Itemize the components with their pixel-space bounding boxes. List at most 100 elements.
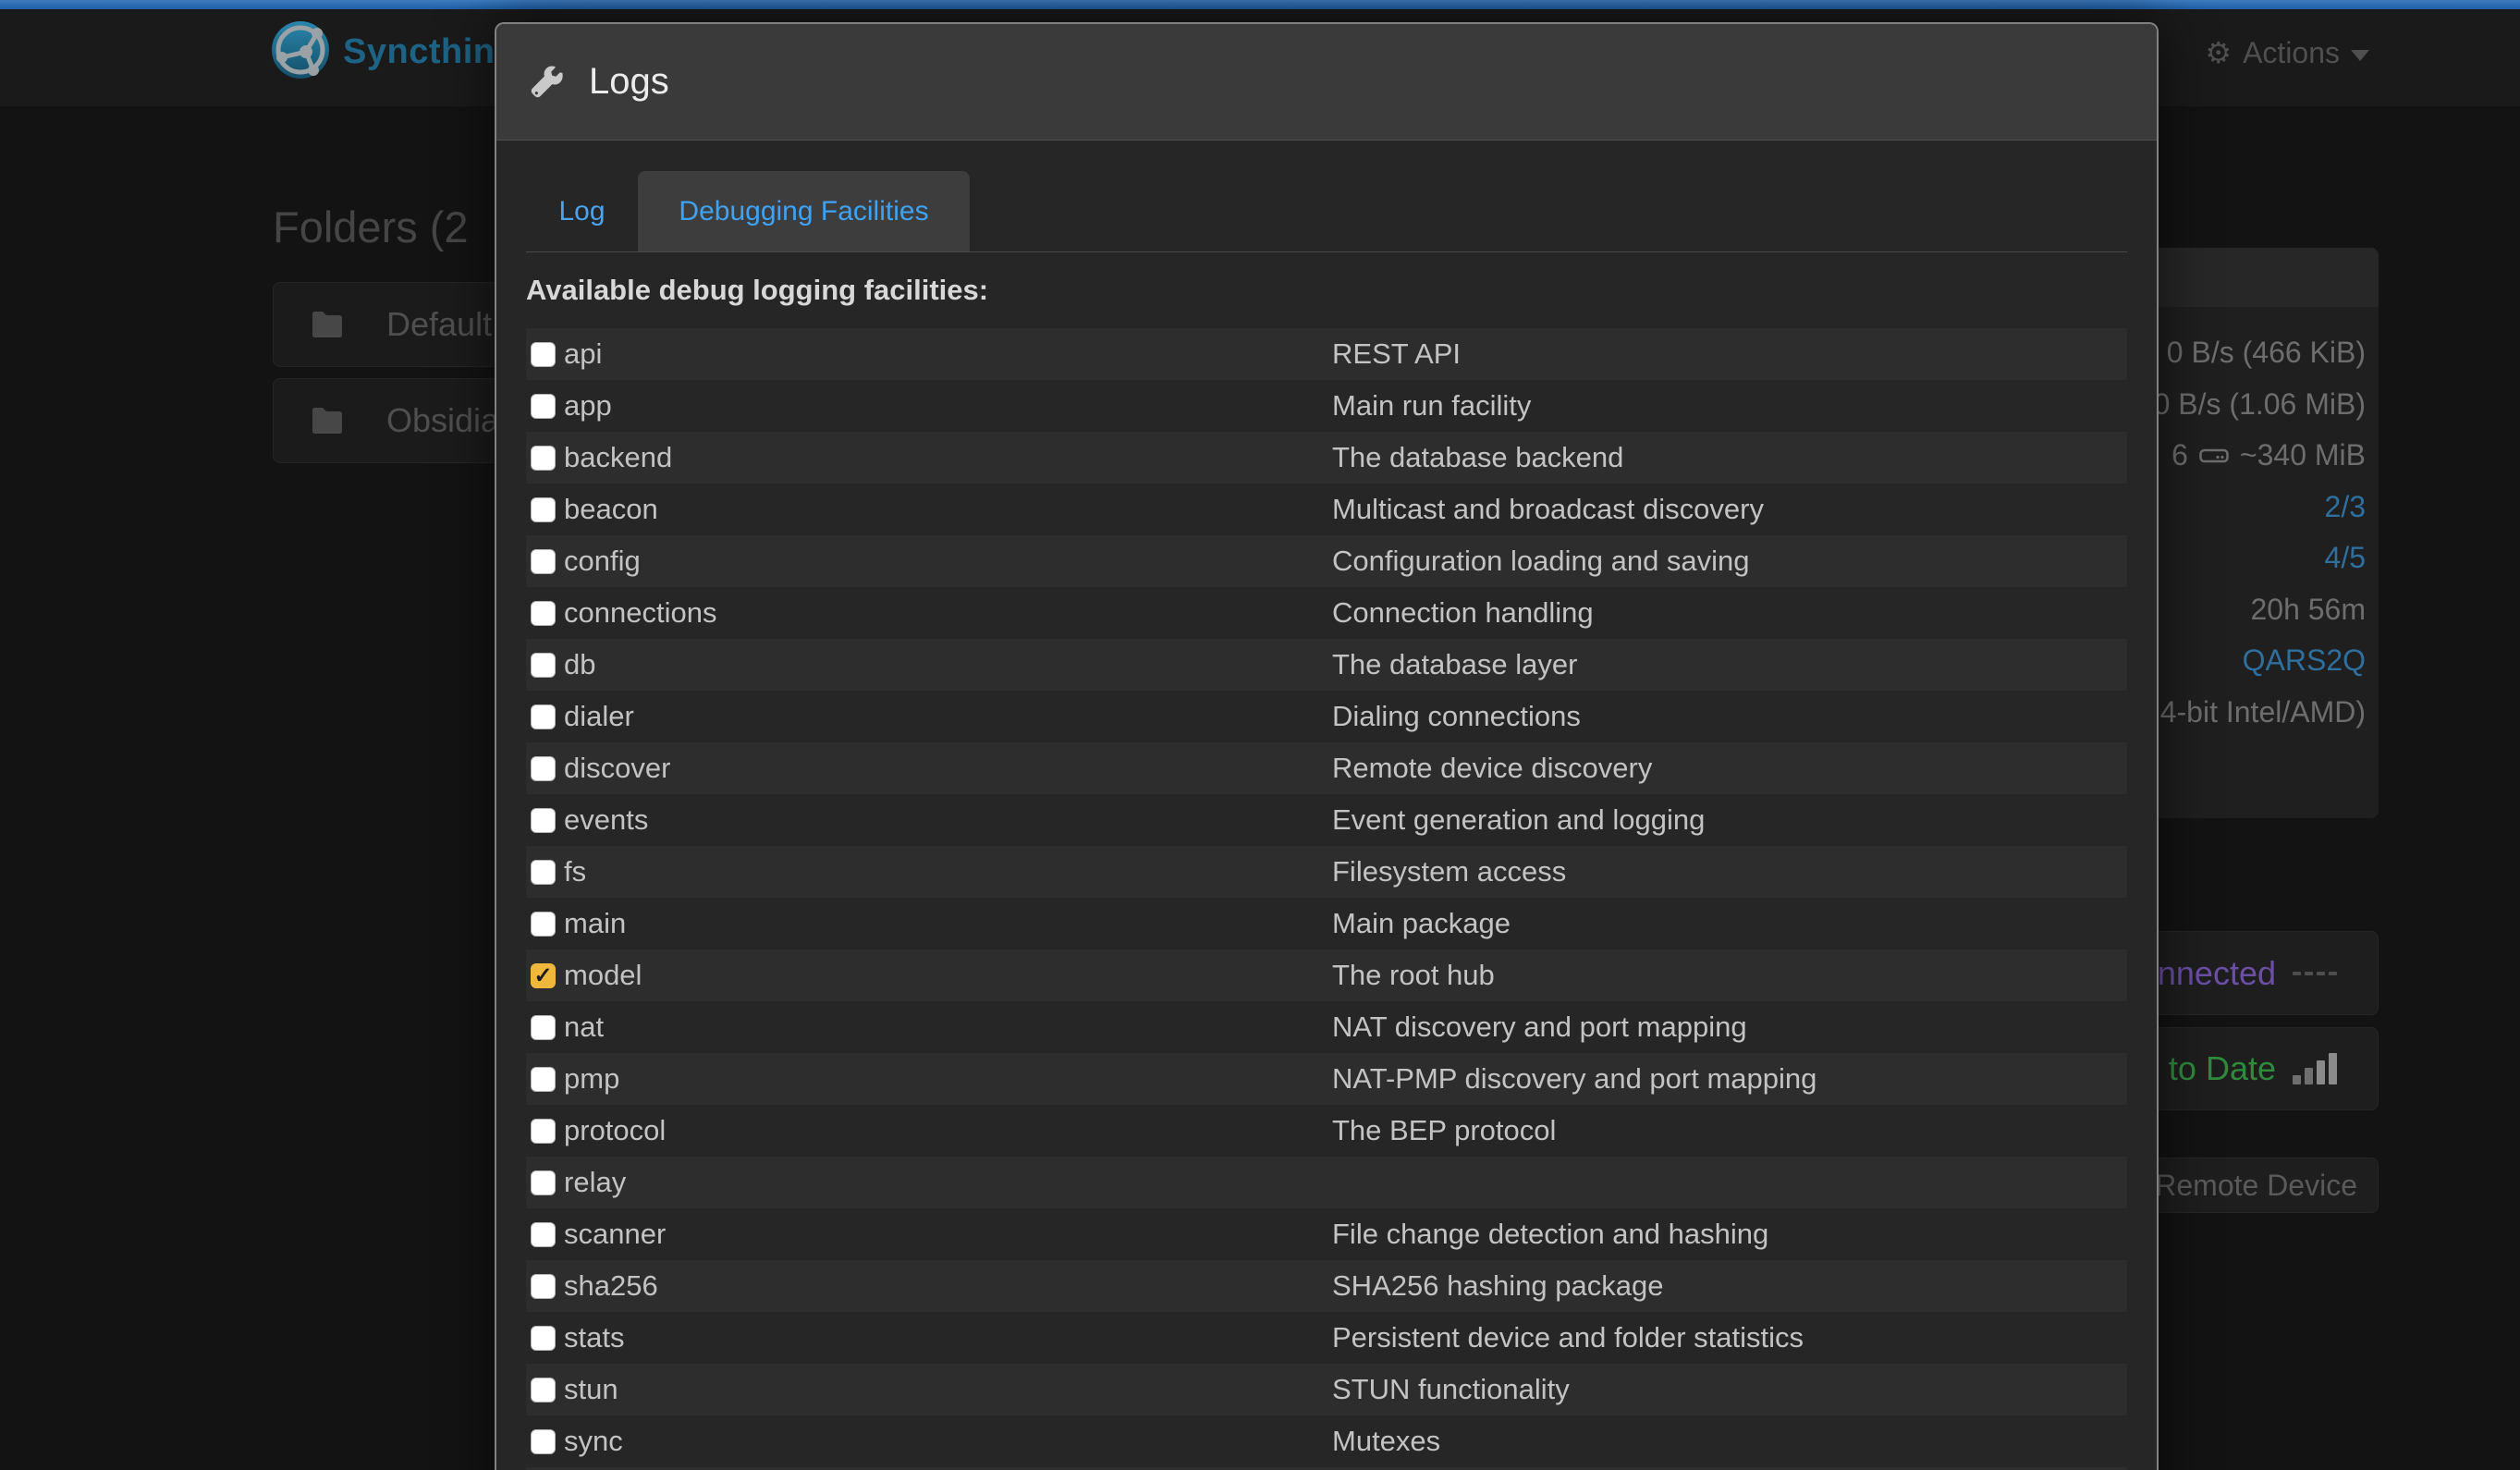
device-stat-value: 0 B/s (466 KiB) [2167, 336, 2366, 370]
facility-row: api REST API [526, 328, 2127, 380]
facility-name: scanner [564, 1218, 666, 1251]
folder-label: Obsidia [386, 401, 499, 440]
facility-table: api REST API app Main run facility backe… [526, 328, 2127, 1470]
facility-checkbox[interactable]: ✓ [531, 963, 556, 988]
folder-icon [311, 311, 344, 338]
device-stat-prefix: 6 [2171, 438, 2188, 472]
facility-checkbox[interactable] [531, 497, 556, 522]
facility-name: protocol [564, 1114, 666, 1147]
facility-name: discover [564, 752, 670, 785]
facility-description: The BEP protocol [1332, 1114, 1556, 1147]
facility-checkbox[interactable] [531, 1067, 556, 1092]
facility-name: pmp [564, 1062, 619, 1096]
device-stat-value: 20h 56m [2250, 593, 2366, 627]
facility-description: The database layer [1332, 648, 1577, 681]
facility-checkbox[interactable] [531, 1326, 556, 1351]
facility-checkbox[interactable] [531, 1274, 556, 1299]
facility-checkbox[interactable] [531, 1222, 556, 1247]
facility-checkbox[interactable] [531, 912, 556, 937]
facility-row: backend The database backend [526, 432, 2127, 484]
facility-name: stun [564, 1373, 618, 1406]
facility-checkbox[interactable] [531, 1378, 556, 1403]
folder-icon [311, 407, 344, 435]
chevron-down-icon [2351, 50, 2369, 61]
actions-menu-button[interactable]: ⚙ Actions [2205, 35, 2369, 70]
facility-row: config Configuration loading and saving [526, 535, 2127, 587]
facility-description: STUN functionality [1332, 1373, 1570, 1406]
facility-name: app [564, 389, 612, 423]
logs-modal-header: Logs [496, 24, 2157, 141]
device-stat-value: 0 B/s (1.06 MiB) [2154, 387, 2366, 422]
signal-bars-icon [2293, 1053, 2337, 1084]
device-stat-value: 2/3 [2325, 490, 2366, 524]
facility-row: stats Persistent device and folder stati… [526, 1312, 2127, 1364]
facility-description: Dialing connections [1332, 700, 1581, 733]
syncthing-app: Syncthing ⚙ Actions Folders (2 Default O… [0, 0, 2520, 1470]
facility-name: stats [564, 1321, 624, 1354]
facility-checkbox[interactable] [531, 446, 556, 471]
facility-checkbox[interactable] [531, 653, 556, 678]
facility-row: beacon Multicast and broadcast discovery [526, 484, 2127, 535]
facility-checkbox[interactable] [531, 1429, 556, 1454]
no-signal-bars-icon [2293, 972, 2337, 975]
facility-name: main [564, 907, 626, 940]
tab-log[interactable]: Log [526, 171, 638, 251]
facility-checkbox[interactable] [531, 342, 556, 367]
facility-checkbox[interactable] [531, 549, 556, 574]
facility-name: fs [564, 855, 586, 888]
logs-modal: Logs Log Debugging Facilities Available … [495, 22, 2159, 1470]
facility-description: Remote device discovery [1332, 752, 1652, 785]
facility-name: dialer [564, 700, 634, 733]
facility-checkbox[interactable] [531, 808, 556, 833]
facility-checkbox[interactable] [531, 704, 556, 729]
facility-description: Filesystem access [1332, 855, 1566, 888]
facility-row: scanner File change detection and hashin… [526, 1208, 2127, 1260]
facility-checkbox[interactable] [531, 1119, 556, 1144]
facility-description: Main package [1332, 907, 1511, 940]
facility-row: dialer Dialing connections [526, 691, 2127, 742]
facility-checkbox[interactable] [531, 394, 556, 419]
actions-label: Actions [2243, 36, 2340, 70]
facility-row: sync Mutexes [526, 1415, 2127, 1467]
facility-checkbox[interactable] [531, 860, 556, 885]
facility-row: pmp NAT-PMP discovery and port mapping [526, 1053, 2127, 1105]
facility-row: nat NAT discovery and port mapping [526, 1001, 2127, 1053]
syncthing-logo-icon [271, 20, 330, 84]
facility-name: config [564, 545, 641, 578]
facility-description: The database backend [1332, 441, 1623, 474]
facility-name: beacon [564, 493, 658, 526]
facility-name: api [564, 337, 602, 371]
add-remote-device-label: d Remote Device [2131, 1169, 2357, 1203]
facility-row: sha256 SHA256 hashing package [526, 1260, 2127, 1312]
facility-name: nat [564, 1011, 604, 1044]
logs-modal-body: Log Debugging Facilities Available debug… [496, 141, 2157, 1470]
facility-name: model [564, 959, 642, 992]
brand[interactable]: Syncthing [271, 20, 517, 84]
device-stat-value: ~340 MiB [2240, 438, 2366, 472]
facility-name: sync [564, 1425, 623, 1458]
facility-checkbox[interactable] [531, 1015, 556, 1040]
device-stat-value: QARS2Q [2243, 643, 2366, 678]
facility-checkbox[interactable] [531, 1170, 556, 1195]
brand-name: Syncthing [343, 32, 517, 72]
facility-description: Mutexes [1332, 1425, 1440, 1458]
facility-description: Main run facility [1332, 389, 1531, 423]
facility-description: Persistent device and folder statistics [1332, 1321, 1804, 1354]
facility-description: NAT-PMP discovery and port mapping [1332, 1062, 1817, 1096]
facility-description: Connection handling [1332, 596, 1594, 630]
facility-checkbox[interactable] [531, 756, 556, 781]
facility-description: Multicast and broadcast discovery [1332, 493, 1764, 526]
facility-row: events Event generation and logging [526, 794, 2127, 846]
facility-row: stun STUN functionality [526, 1364, 2127, 1415]
tab-debugging-facilities[interactable]: Debugging Facilities [638, 171, 970, 251]
gear-icon: ⚙ [2205, 35, 2232, 70]
facility-checkbox[interactable] [531, 601, 556, 626]
folder-label: Default [386, 305, 492, 344]
facility-description: REST API [1332, 337, 1461, 371]
facility-row: ✓ model The root hub [526, 949, 2127, 1001]
facility-description: Event generation and logging [1332, 803, 1705, 837]
facility-name: relay [564, 1166, 626, 1199]
hard-disk-icon [2199, 445, 2229, 467]
device-stat-value: 4-bit Intel/AMD) [2160, 695, 2366, 729]
device-stat-value: 4/5 [2325, 541, 2366, 575]
